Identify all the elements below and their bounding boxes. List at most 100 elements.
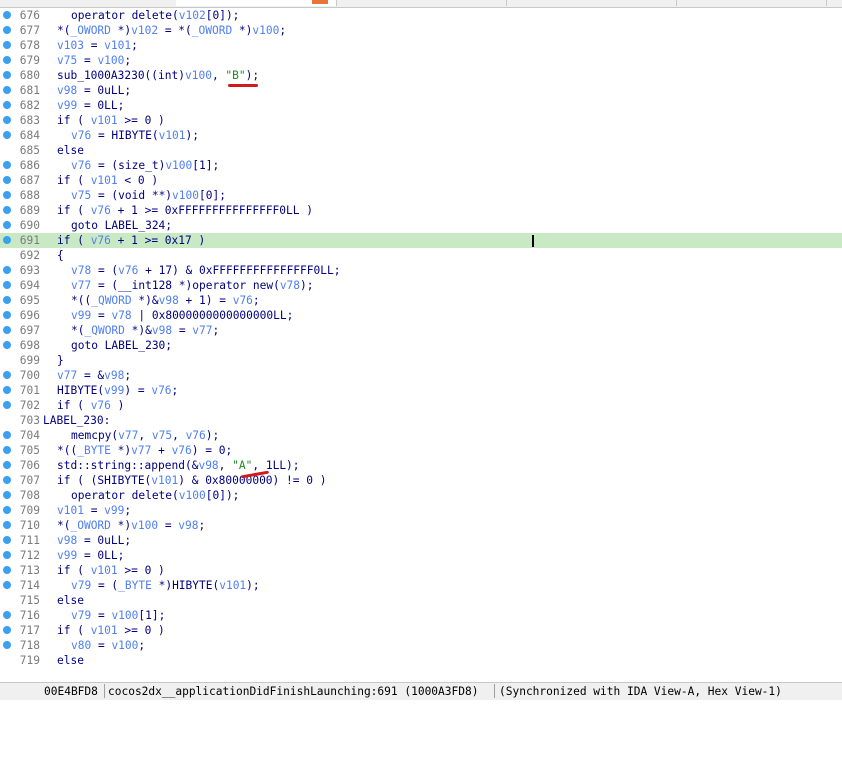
- code-line[interactable]: 717 if ( v101 >= 0 ): [0, 623, 842, 638]
- code-line[interactable]: 699}: [0, 353, 842, 368]
- code-line[interactable]: 694 v77 = (__int128 *)operator new(v78);: [0, 278, 842, 293]
- code-line[interactable]: 695 *((_QWORD *)&v98 + 1) = v76;: [0, 293, 842, 308]
- code-line[interactable]: 702 if ( v76 ): [0, 398, 842, 413]
- line-number: 684: [19, 129, 40, 142]
- tab-structures[interactable]: [676, 0, 827, 6]
- breakpoint-dot-icon[interactable]: [3, 641, 11, 649]
- code-line[interactable]: 685 else: [0, 143, 842, 158]
- code-line[interactable]: 716 v79 = v100[1];: [0, 608, 842, 623]
- code-line[interactable]: 697 *(_QWORD *)&v98 = v77;: [0, 323, 842, 338]
- breakpoint-dot-icon[interactable]: [3, 341, 11, 349]
- tab-ida-view[interactable]: [336, 0, 507, 6]
- breakpoint-dot-icon[interactable]: [3, 611, 11, 619]
- code-line[interactable]: 698 goto LABEL_230;: [0, 338, 842, 353]
- code-variable: v79: [71, 609, 92, 622]
- breakpoint-dot-icon[interactable]: [3, 326, 11, 334]
- breakpoint-dot-icon[interactable]: [3, 161, 11, 169]
- code-token: =: [172, 324, 193, 337]
- breakpoint-dot-icon[interactable]: [3, 476, 11, 484]
- code-variable: v75: [151, 429, 173, 442]
- breakpoint-dot-icon[interactable]: [3, 296, 11, 304]
- tab-hex-view[interactable]: [506, 0, 677, 6]
- breakpoint-dot-icon[interactable]: [3, 506, 11, 514]
- code-line[interactable]: 715 else: [0, 593, 842, 608]
- code-line[interactable]: 677 *(_OWORD *)v102 = *(_OWORD *)v100;: [0, 23, 842, 38]
- code-line[interactable]: 701 HIBYTE(v99) = v76;: [0, 383, 842, 398]
- code-variable: v101: [151, 474, 179, 487]
- code-line[interactable]: 692 {: [0, 248, 842, 263]
- code-line[interactable]: 719 else: [0, 653, 842, 668]
- breakpoint-dot-icon[interactable]: [3, 221, 11, 229]
- code-line[interactable]: 712 v99 = 0LL;: [0, 548, 842, 563]
- code-line[interactable]: 713 if ( v101 >= 0 ): [0, 563, 842, 578]
- breakpoint-dot-icon[interactable]: [3, 86, 11, 94]
- code-line[interactable]: 706 std::string::append(&v98, "A", 1LL);: [0, 458, 842, 473]
- code-token: =: [158, 519, 179, 532]
- code-line[interactable]: 682 v99 = 0LL;: [0, 98, 842, 113]
- code-token: goto LABEL_324;: [71, 219, 173, 232]
- breakpoint-dot-icon[interactable]: [3, 11, 11, 19]
- breakpoint-dot-icon[interactable]: [3, 281, 11, 289]
- breakpoint-dot-icon[interactable]: [3, 206, 11, 214]
- breakpoint-dot-icon[interactable]: [3, 461, 11, 469]
- breakpoint-dot-icon[interactable]: [3, 236, 11, 244]
- code-line[interactable]: 679 v75 = v100;: [0, 53, 842, 68]
- code-line[interactable]: 688 v75 = (void **)v100[0];: [0, 188, 842, 203]
- breakpoint-dot-icon[interactable]: [3, 56, 11, 64]
- code-line[interactable]: 708 operator delete(v100[0]);: [0, 488, 842, 503]
- code-line[interactable]: 718 v80 = v100;: [0, 638, 842, 653]
- code-token: memcpy(: [71, 429, 119, 442]
- breakpoint-dot-icon[interactable]: [3, 371, 11, 379]
- breakpoint-dot-icon[interactable]: [3, 191, 11, 199]
- code-text: if ( (SHIBYTE(v101) & 0x80000000) != 0 ): [57, 473, 326, 488]
- breakpoint-dot-icon[interactable]: [3, 536, 11, 544]
- code-line[interactable]: 703 LABEL_230:: [0, 413, 842, 428]
- breakpoint-dot-icon[interactable]: [3, 491, 11, 499]
- code-token: + 1) =: [178, 294, 233, 307]
- code-variable: v76: [185, 429, 206, 442]
- breakpoint-dot-icon[interactable]: [3, 116, 11, 124]
- breakpoint-dot-icon[interactable]: [3, 521, 11, 529]
- code-line[interactable]: 711 v98 = 0uLL;: [0, 533, 842, 548]
- code-line[interactable]: 678 v103 = v101;: [0, 38, 842, 53]
- code-line[interactable]: 709 v101 = v99;: [0, 503, 842, 518]
- breakpoint-dot-icon[interactable]: [3, 311, 11, 319]
- code-line[interactable]: 696 v99 = v78 | 0x8000000000000000LL;: [0, 308, 842, 323]
- breakpoint-dot-icon[interactable]: [3, 401, 11, 409]
- breakpoint-dot-icon[interactable]: [3, 566, 11, 574]
- code-line[interactable]: 684 v76 = HIBYTE(v101);: [0, 128, 842, 143]
- breakpoint-dot-icon[interactable]: [3, 131, 11, 139]
- breakpoint-dot-icon[interactable]: [3, 386, 11, 394]
- breakpoint-dot-icon[interactable]: [3, 101, 11, 109]
- code-token: ;: [279, 24, 287, 37]
- code-line[interactable]: 676 operator delete(v102[0]);: [0, 8, 842, 23]
- code-line[interactable]: 714 v79 = (_BYTE *)HIBYTE(v101);: [0, 578, 842, 593]
- code-line[interactable]: 707 if ( (SHIBYTE(v101) & 0x80000000) != …: [0, 473, 842, 488]
- breakpoint-dot-icon[interactable]: [3, 176, 11, 184]
- code-line[interactable]: 710 *(_OWORD *)v100 = v98;: [0, 518, 842, 533]
- code-line[interactable]: 687 if ( v101 < 0 ): [0, 173, 842, 188]
- code-line[interactable]: 691 if ( v76 + 1 >= 0x17 ): [0, 233, 842, 248]
- code-line[interactable]: 705 *((_BYTE *)v77 + v76) = 0;: [0, 443, 842, 458]
- code-line[interactable]: 683 if ( v101 >= 0 ): [0, 113, 842, 128]
- tab-close-icon[interactable]: [312, 0, 328, 4]
- code-line[interactable]: 690 goto LABEL_324;: [0, 218, 842, 233]
- breakpoint-dot-icon[interactable]: [3, 626, 11, 634]
- breakpoint-dot-icon[interactable]: [3, 446, 11, 454]
- code-line[interactable]: 700 v77 = &v98;: [0, 368, 842, 383]
- pseudocode-view[interactable]: 676 operator delete(v102[0]); 677 *(_OWORD …: [0, 7, 842, 682]
- code-line[interactable]: 704 memcpy(v77, v75, v76);: [0, 428, 842, 443]
- code-line[interactable]: 686 v76 = (size_t)v100[1];: [0, 158, 842, 173]
- breakpoint-dot-icon[interactable]: [3, 266, 11, 274]
- breakpoint-dot-icon[interactable]: [3, 551, 11, 559]
- code-token: >= 0 ): [117, 624, 165, 637]
- code-line[interactable]: 693 v78 = (v76 + 17) & 0xFFFFFFFFFFFFFFF0…: [0, 263, 842, 278]
- breakpoint-dot-icon[interactable]: [3, 41, 11, 49]
- code-line[interactable]: 689 if ( v76 + 1 >= 0xFFFFFFFFFFFFFFF0LL …: [0, 203, 842, 218]
- breakpoint-dot-icon[interactable]: [3, 431, 11, 439]
- code-line[interactable]: 680 sub_1000A3230((int)v100, "B");: [0, 68, 842, 83]
- breakpoint-dot-icon[interactable]: [3, 71, 11, 79]
- breakpoint-dot-icon[interactable]: [3, 581, 11, 589]
- breakpoint-dot-icon[interactable]: [3, 26, 11, 34]
- code-line[interactable]: 681 v98 = 0uLL;: [0, 83, 842, 98]
